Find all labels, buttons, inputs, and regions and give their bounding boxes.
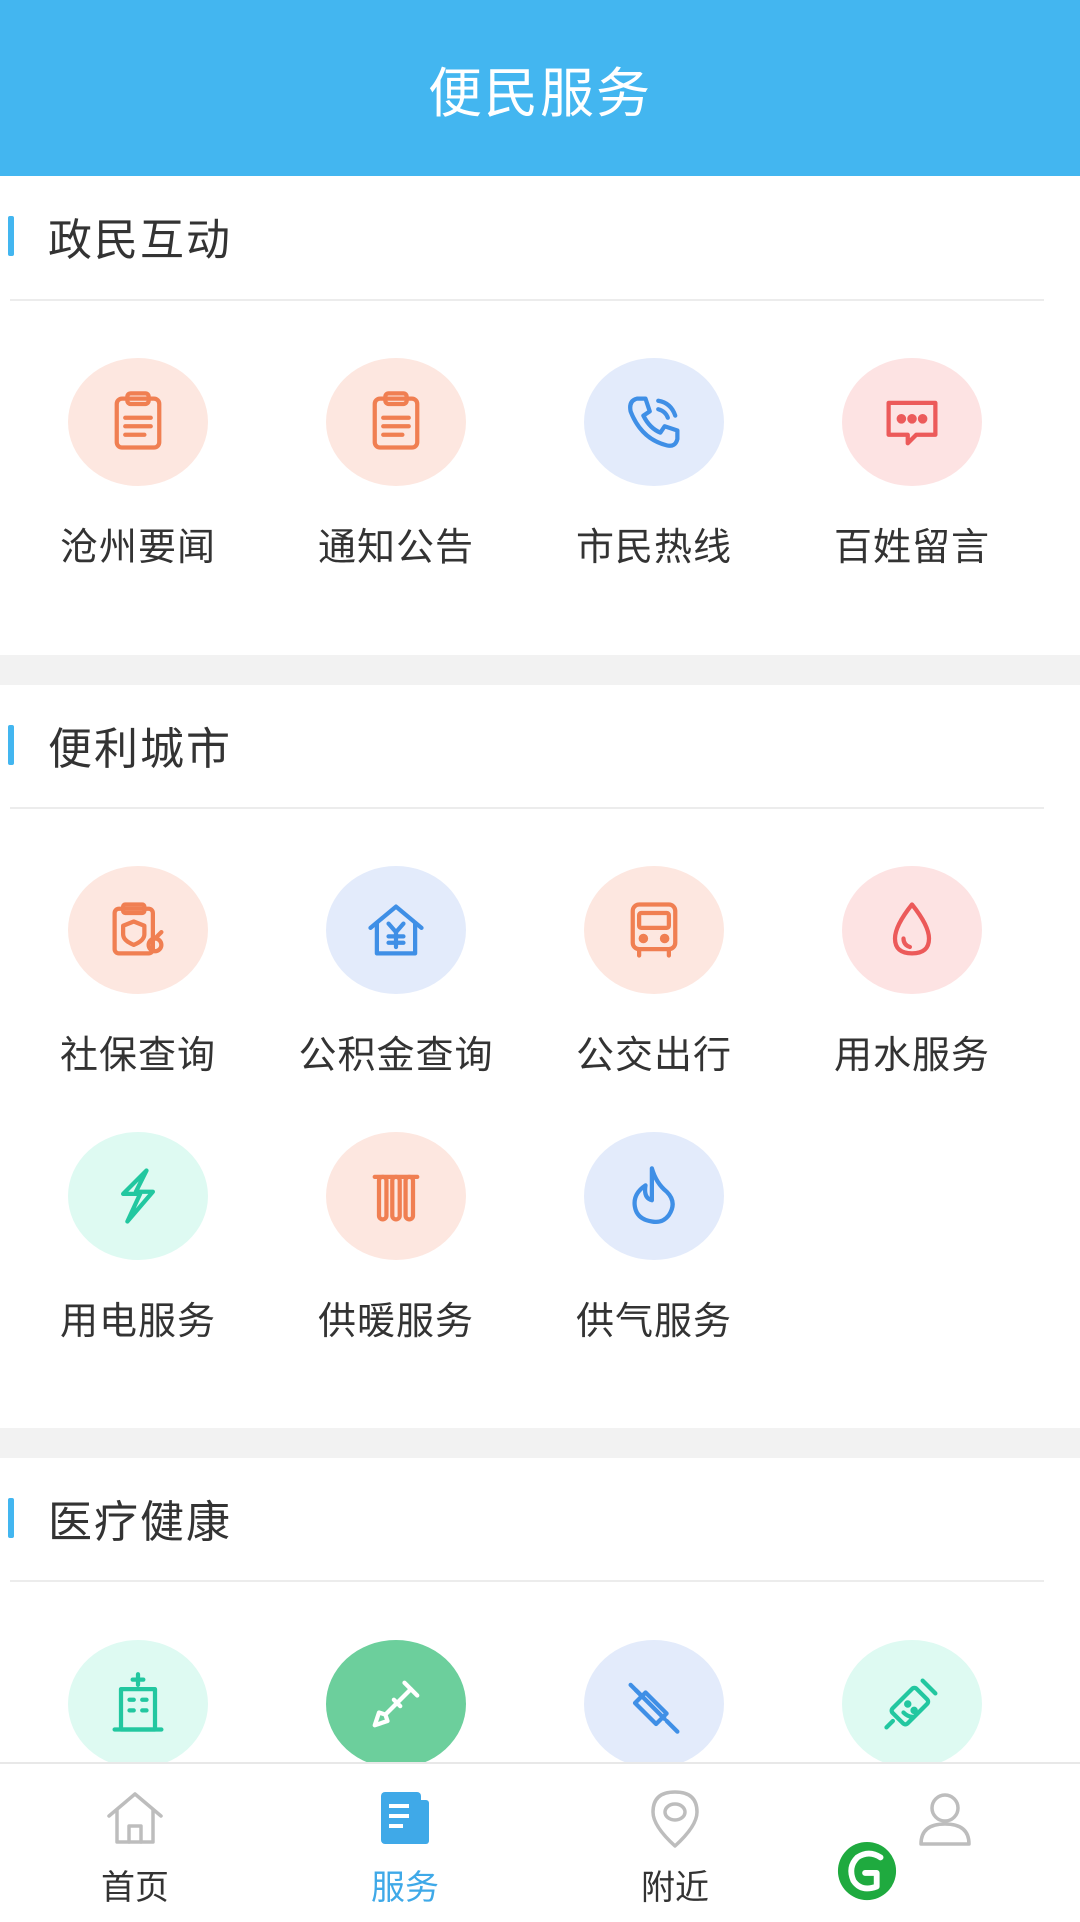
chat-bubble-icon: [886, 400, 938, 446]
social-security-icon: [112, 902, 164, 956]
grid-item-notices[interactable]: 通知公告: [266, 358, 526, 598]
grid-item-cangzhou-news[interactable]: 沧州要闻: [8, 358, 268, 598]
grid-item-public-message[interactable]: 百姓留言: [782, 358, 1042, 598]
service-doc-icon: [381, 1792, 429, 1844]
syringe-icon: [628, 1682, 680, 1734]
section-title-convenient-city: 便利城市: [0, 685, 1080, 805]
lightning-icon: [121, 1168, 155, 1224]
home-icon: [107, 1792, 163, 1844]
grid-item-social-security[interactable]: 社保查询: [8, 866, 268, 1106]
grid-item-citizen-hotline[interactable]: 市民热线: [524, 358, 784, 598]
grid-item-gas-service[interactable]: 供气服务: [524, 1132, 784, 1372]
grid-item-electricity-service[interactable]: 用电服务: [8, 1132, 268, 1372]
divider: [10, 299, 1044, 301]
section-accent-bar: [8, 216, 14, 256]
section-gap: [0, 1428, 1080, 1458]
grid-item-water-service[interactable]: 用水服务: [782, 866, 1042, 1106]
smile-syringe-icon: [884, 1678, 938, 1730]
page-title: 便民服务: [428, 61, 652, 125]
section-title-healthcare: 医疗健康: [0, 1458, 1080, 1578]
house-fund-icon: [368, 904, 424, 956]
clipboard-icon: [114, 391, 162, 450]
section-gap: [0, 655, 1080, 685]
tab-nearby[interactable]: 附近: [540, 1764, 810, 1922]
grid-item-housing-fund[interactable]: 公积金查询: [266, 866, 526, 1106]
section-accent-bar: [8, 1498, 14, 1538]
tab-home[interactable]: 首页: [0, 1764, 270, 1922]
hospital-icon: [112, 1672, 164, 1732]
grid-item-bus-travel[interactable]: 公交出行: [524, 866, 784, 1106]
clipboard-icon: [372, 391, 420, 450]
section-accent-bar: [8, 725, 14, 765]
phone-icon: [628, 396, 680, 448]
divider: [10, 1580, 1044, 1582]
header-bar: 便民服务: [0, 0, 1080, 176]
syringe-icon: [372, 1680, 420, 1728]
section-title-interaction: 政民互动: [0, 176, 1080, 296]
watermark-logo-icon: [837, 1841, 897, 1901]
divider: [10, 807, 1044, 809]
flame-icon: [632, 1166, 675, 1225]
tab-service[interactable]: 服务: [270, 1764, 540, 1922]
bus-icon: [630, 902, 678, 958]
location-icon: [651, 1790, 699, 1848]
radiator-icon: [372, 1174, 420, 1222]
grid-item-heating-service[interactable]: 供暖服务: [266, 1132, 526, 1372]
water-drop-icon: [892, 902, 932, 956]
bottom-tab-bar: 首页 服务 附近: [0, 1762, 1080, 1922]
user-icon: [919, 1793, 971, 1846]
